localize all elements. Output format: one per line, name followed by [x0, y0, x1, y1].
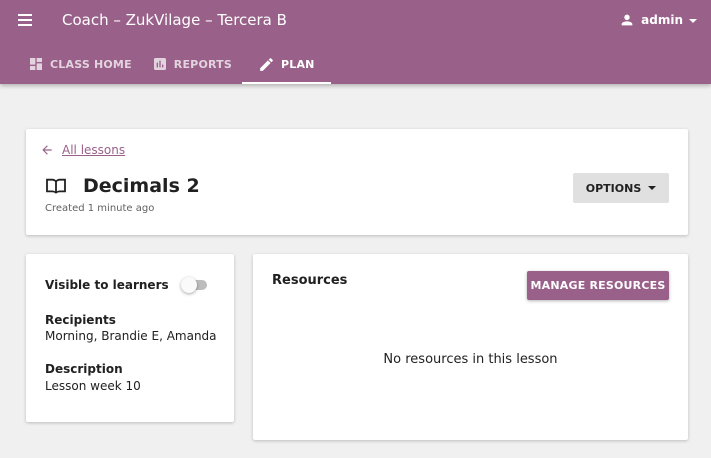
options-label: OPTIONS: [585, 181, 642, 195]
coach-tabs: CLASS HOME REPORTS PLAN: [18, 44, 331, 84]
dashboard-icon: [30, 58, 42, 70]
visibility-toggle[interactable]: [180, 277, 209, 293]
chevron-down-icon: [648, 186, 657, 190]
bar-chart-icon: [153, 58, 166, 70]
app-title: Coach – ZukVilage – Tercera B: [62, 11, 287, 29]
chevron-down-icon: [689, 18, 697, 23]
recipients-value: Morning, Brandie E, Amanda: [45, 329, 217, 343]
description-value: Lesson week 10: [45, 379, 141, 393]
tab-class-home[interactable]: CLASS HOME: [18, 44, 142, 84]
lesson-book-icon: [46, 178, 66, 194]
empty-resources-message: No resources in this lesson: [383, 352, 558, 367]
lesson-title-row: Decimals 2: [45, 175, 200, 197]
username: admin: [641, 13, 683, 27]
app-bar: Coach – ZukVilage – Tercera B admin CLAS…: [0, 0, 711, 84]
all-lessons-link[interactable]: All lessons: [40, 143, 125, 157]
tab-plan[interactable]: PLAN: [242, 44, 331, 84]
hamburger-menu-icon[interactable]: [13, 10, 37, 30]
manage-resources-button[interactable]: MANAGE RESOURCES: [527, 271, 669, 300]
options-button[interactable]: OPTIONS: [573, 173, 669, 203]
arrow-back-icon: [42, 145, 52, 155]
tab-reports[interactable]: REPORTS: [142, 44, 242, 84]
lesson-title: Decimals 2: [83, 175, 200, 197]
lesson-header-card: All lessons Decimals 2 Created 1 minute …: [26, 129, 688, 235]
user-menu[interactable]: admin: [619, 9, 697, 31]
visibility-row: Visible to learners: [45, 277, 215, 293]
description-label: Description: [45, 362, 123, 376]
visible-to-learners-label: Visible to learners: [45, 278, 169, 292]
tab-label: CLASS HOME: [50, 57, 132, 71]
tab-label: REPORTS: [173, 57, 232, 71]
resources-heading: Resources: [272, 273, 348, 288]
resources-card: Resources MANAGE RESOURCES No resources …: [253, 254, 688, 440]
tab-label: PLAN: [281, 57, 315, 71]
recipients-label: Recipients: [45, 313, 116, 327]
pencil-icon: [260, 57, 273, 71]
person-icon: [621, 14, 633, 26]
created-timestamp: Created 1 minute ago: [45, 203, 155, 214]
lesson-details-card: Visible to learners Recipients Morning, …: [26, 254, 234, 422]
all-lessons-label: All lessons: [62, 143, 126, 157]
